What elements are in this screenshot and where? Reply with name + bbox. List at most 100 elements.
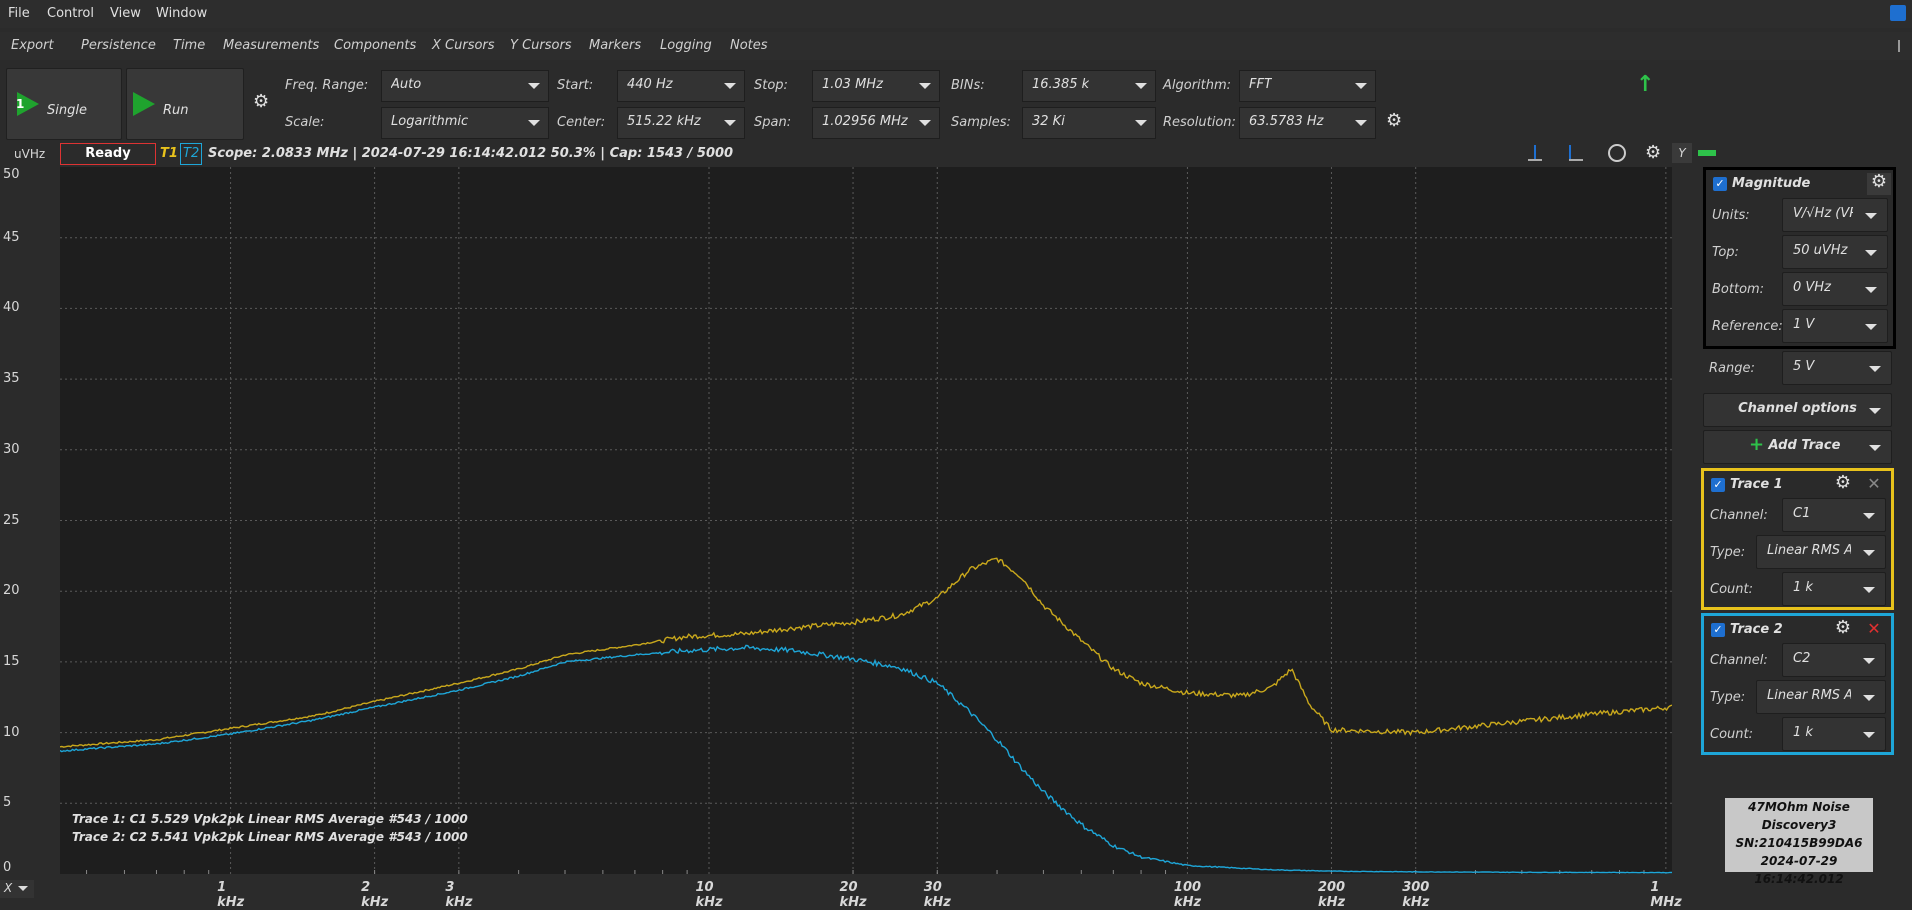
- chevron-down-icon: [1863, 658, 1875, 664]
- freq-range-label: Freq. Range:: [285, 78, 369, 93]
- cursor-y-icon[interactable]: [1566, 145, 1584, 161]
- y-axis-button[interactable]: Y: [1672, 143, 1692, 163]
- trace2-type-label: Type:: [1710, 690, 1746, 705]
- trace2-tag-box[interactable]: T2: [180, 143, 202, 165]
- bins-label: BINs:: [951, 78, 985, 93]
- trace1-channel-select[interactable]: C1: [1782, 498, 1886, 532]
- bottom-label: Bottom:: [1712, 282, 1765, 297]
- note-line-2: Discovery3: [1761, 818, 1837, 832]
- center-field[interactable]: 515.22 kHz: [617, 107, 745, 139]
- scale-select[interactable]: Logarithmic: [381, 107, 549, 139]
- trace1-checkbox[interactable]: ✓: [1711, 478, 1725, 492]
- span-field[interactable]: 1.02956 MHz: [812, 107, 940, 139]
- plot-area[interactable]: Trace 1: C1 5.529 Vpk2pk Linear RMS Aver…: [60, 167, 1672, 874]
- trace1-count-field[interactable]: 1 k: [1782, 572, 1886, 606]
- x-tick-label: 1 kHz: [217, 880, 245, 910]
- chevron-down-icon: [724, 120, 736, 126]
- x-tick-label: 200 kHz: [1317, 880, 1346, 910]
- top-label: Top:: [1712, 245, 1739, 260]
- resolution-field[interactable]: 63.5783 Hz: [1239, 107, 1376, 139]
- trace2-type-select[interactable]: Linear RMS A: [1756, 680, 1886, 714]
- range-select[interactable]: 5 V: [1782, 351, 1892, 385]
- collapse-icon[interactable]: [1898, 40, 1908, 52]
- scale-label: Scale:: [285, 115, 325, 130]
- chevron-down-icon: [1865, 324, 1877, 330]
- trace2-channel-select[interactable]: C2: [1782, 643, 1886, 677]
- zoom-icon[interactable]: [1608, 144, 1626, 162]
- start-field[interactable]: 440 Hz: [617, 70, 745, 102]
- menu-window[interactable]: Window: [156, 6, 207, 21]
- freq-range-select[interactable]: Auto: [381, 70, 549, 102]
- run-settings-gear-icon[interactable]: ⚙: [253, 93, 269, 111]
- chevron-down-icon: [724, 83, 736, 89]
- top-field[interactable]: 50 uVHz: [1782, 235, 1888, 269]
- cursor-x-icon[interactable]: [1526, 145, 1544, 161]
- x-tick-label: 3 kHz: [445, 880, 473, 910]
- toolbar-time[interactable]: Time: [173, 38, 205, 53]
- bins-field[interactable]: 16.385 k: [1022, 70, 1156, 102]
- trace2-gear-icon[interactable]: ⚙: [1832, 619, 1854, 639]
- toolbar-persistence[interactable]: Persistence: [81, 38, 156, 53]
- add-trace-button[interactable]: + Add Trace: [1703, 430, 1892, 464]
- units-label: Units:: [1712, 208, 1750, 223]
- range-label: Range:: [1709, 361, 1755, 376]
- channel-options-button[interactable]: Channel options: [1703, 393, 1892, 427]
- settings-gear-icon[interactable]: ⚙: [1386, 112, 1402, 130]
- magnitude-checkbox[interactable]: ✓: [1713, 177, 1727, 191]
- expand-panel-icon[interactable]: [1698, 150, 1716, 156]
- single-badge: 1: [16, 97, 25, 111]
- algorithm-select[interactable]: FFT: [1239, 70, 1376, 102]
- toolbar: Export Persistence Time Measurements Com…: [0, 32, 1912, 60]
- stop-field[interactable]: 1.03 MHz: [812, 70, 940, 102]
- trace1-close-icon[interactable]: ✕: [1862, 474, 1886, 494]
- toolbar-markers[interactable]: Markers: [589, 38, 641, 53]
- bottom-field[interactable]: 0 VHz: [1782, 272, 1888, 306]
- spectrum-plot: [60, 167, 1672, 874]
- trace2-channel-label: Channel:: [1710, 653, 1768, 668]
- run-button[interactable]: Run: [126, 68, 244, 140]
- menu-file[interactable]: File: [8, 6, 30, 21]
- menu-view[interactable]: View: [110, 6, 141, 21]
- trace1-tag[interactable]: T1: [160, 146, 178, 161]
- x-axis-button[interactable]: X: [0, 880, 34, 898]
- toolbar-export[interactable]: Export: [11, 38, 54, 53]
- note-box[interactable]: 47MOhm Noise Discovery3 SN:210415B99DA6 …: [1725, 798, 1873, 886]
- trace1-type-label: Type:: [1710, 545, 1746, 560]
- magnitude-gear-icon[interactable]: ⚙: [1867, 173, 1891, 195]
- trace1-gear-icon[interactable]: ⚙: [1832, 474, 1854, 494]
- trace2-close-icon[interactable]: ✕: [1862, 619, 1886, 639]
- reference-field[interactable]: 1 V: [1782, 309, 1888, 343]
- chevron-down-icon: [1863, 513, 1875, 519]
- trace-line-t1: [60, 557, 1672, 748]
- x-tick-label: 1 MHz: [1650, 880, 1682, 910]
- units-select[interactable]: V̄/√Hz (VR: [1782, 198, 1888, 232]
- toolbar-logging[interactable]: Logging: [660, 38, 712, 53]
- x-tick-label: 300 kHz: [1402, 880, 1430, 910]
- toolbar-notes[interactable]: Notes: [730, 38, 768, 53]
- chevron-down-icon: [18, 886, 28, 891]
- menu-control[interactable]: Control: [47, 6, 94, 21]
- single-button[interactable]: 1 Single: [6, 68, 122, 140]
- samples-field[interactable]: 32 Ki: [1022, 107, 1156, 139]
- x-tick-label: 10 kHz: [695, 880, 723, 910]
- y-tick-label: 0: [3, 860, 12, 875]
- x-tick-label: 100 kHz: [1173, 880, 1202, 910]
- note-line-3: SN:210415B99DA6: [1735, 836, 1863, 850]
- toolbar-y-cursors[interactable]: Y Cursors: [510, 38, 572, 53]
- unit-label: uVHz: [14, 147, 46, 161]
- arrow-up-icon[interactable]: ↑: [1636, 72, 1654, 97]
- trace2-count-field[interactable]: 1 k: [1782, 717, 1886, 751]
- y-tick-label: 15: [3, 653, 20, 669]
- trace2-checkbox[interactable]: ✓: [1711, 623, 1725, 637]
- toolbar-x-cursors[interactable]: X Cursors: [432, 38, 495, 53]
- resolution-label: Resolution:: [1163, 115, 1236, 130]
- x-tick-label: 20 kHz: [839, 880, 867, 910]
- trace1-type-select[interactable]: Linear RMS A: [1756, 535, 1886, 569]
- window-icon[interactable]: [1890, 5, 1906, 21]
- toolbar-measurements[interactable]: Measurements: [223, 38, 319, 53]
- play-icon: [133, 92, 155, 116]
- toolbar-components[interactable]: Components: [334, 38, 416, 53]
- chevron-down-icon: [919, 120, 931, 126]
- plot-settings-gear-icon[interactable]: ⚙: [1645, 144, 1661, 162]
- span-label: Span:: [754, 115, 792, 130]
